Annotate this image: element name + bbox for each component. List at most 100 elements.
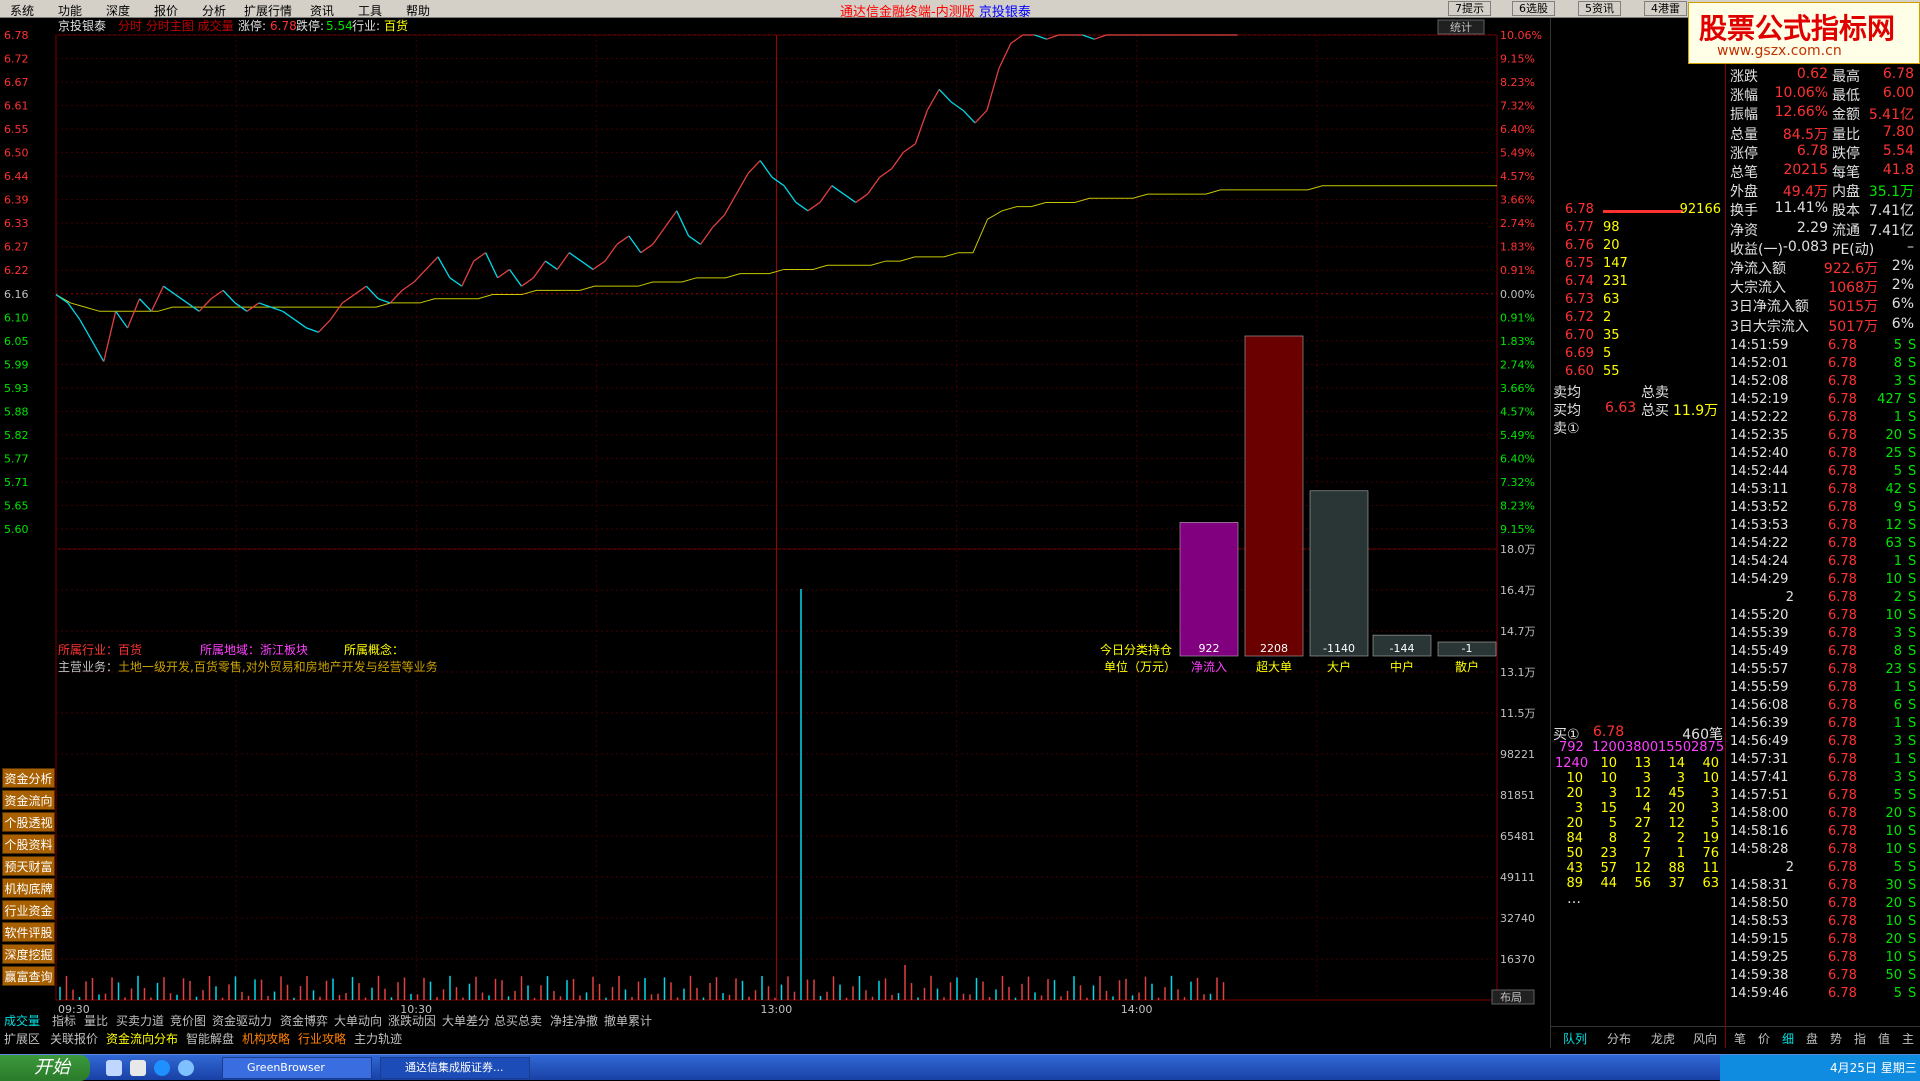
queue-cell: 12 [1634,786,1651,801]
indicator-tab-2[interactable]: 量比 [84,1012,108,1029]
quote-tab-4[interactable]: 势 [1830,1030,1842,1047]
tick-price: 6.78 [1828,428,1857,443]
quote-tab-7[interactable]: 主 [1902,1030,1914,1047]
tick-volume: 1 [1893,554,1902,569]
quote-tab-2[interactable]: 细 [1782,1030,1794,1047]
left-btn-6[interactable]: 行业资金 [2,900,55,920]
indicator-tab-9[interactable]: 大单差分 [442,1012,490,1029]
task-greenbrowser[interactable]: GreenBrowser [222,1057,372,1079]
start-button[interactable]: 开始 [0,1055,90,1081]
ext-tab-0[interactable]: 扩展区 [4,1030,40,1047]
quote-tab-0[interactable]: 笔 [1734,1030,1746,1047]
quote-label: 换手 [1730,203,1758,220]
menu-depth[interactable]: 深度 [106,2,130,19]
quote-tab-1[interactable]: 价 [1758,1030,1770,1047]
menu-news[interactable]: 资讯 [310,2,334,19]
price-segment [747,160,761,174]
indicator-tab-3[interactable]: 买卖力道 [116,1012,164,1029]
menu-analysis[interactable]: 分析 [202,2,226,19]
left-btn-5[interactable]: 机构底牌 [2,878,55,898]
desktop-icon[interactable] [130,1060,146,1076]
ext-tab-2[interactable]: 资金流向分布 [106,1030,178,1047]
indicator-tab-12[interactable]: 撤单累计 [604,1012,652,1029]
ext-tab-3[interactable]: 智能解盘 [186,1030,234,1047]
chart-tags: 分时 分时主图 成交量 [118,18,234,33]
tick-price: 6.78 [1828,554,1857,569]
tick-row: 14:57:51 6.78 5 S [1728,788,1918,807]
btn-news[interactable]: 5资讯 [1578,1,1621,16]
menu-ext-market[interactable]: 扩展行情 [244,2,292,19]
btn-select-stock[interactable]: 6选股 [1512,1,1555,16]
tick-row: 14:55:59 6.78 1 S [1728,680,1918,699]
left-btn-9[interactable]: 赢富查询 [2,966,55,986]
menu-help[interactable]: 帮助 [406,2,430,19]
indicator-tab-10[interactable]: 总买总卖 [494,1012,542,1029]
flow-bar-value: 922 [1199,642,1220,655]
tick-time: 14:52:19 [1730,392,1789,407]
queue-cell: 12 [1634,861,1651,876]
intraday-chart[interactable]: 京投银泰 分时 分时主图 成交量 涨停: 6.78 跌停: 5.54 行业: 百… [0,18,1550,1018]
menu-system[interactable]: 系统 [10,2,34,19]
ie-icon[interactable] [154,1060,170,1076]
indicator-tab-5[interactable]: 资金驱动力 [212,1012,272,1029]
left-btn-8[interactable]: 深度挖掘 [2,944,55,964]
queue-cell: 10 [1702,771,1719,786]
indicator-tab-7[interactable]: 大单动向 [334,1012,382,1029]
tick-price: 6.78 [1828,968,1857,983]
menu-function[interactable]: 功能 [58,2,82,19]
rtab-distribution[interactable]: 分布 [1607,1030,1631,1047]
menu-tools[interactable]: 工具 [358,2,382,19]
indicator-tab-0[interactable]: 成交量 [4,1012,40,1029]
indicator-tab-11[interactable]: 净挂净撤 [550,1012,598,1029]
indicator-tab-1[interactable]: 指标 [52,1012,76,1029]
price-segment [55,294,69,304]
left-btn-4[interactable]: 预天财富 [2,856,55,876]
rtab-queue[interactable]: 队列 [1563,1030,1587,1047]
rtab-dragon[interactable]: 龙虎 [1651,1030,1675,1047]
tick-volume: 42 [1885,482,1902,497]
tick-volume: 9 [1893,500,1902,515]
quote-value2: 6.00 [1882,85,1914,102]
ext-tab-6[interactable]: 主力轨迹 [354,1030,402,1047]
left-btn-1[interactable]: 资金流向 [2,790,55,810]
left-btn-7[interactable]: 软件评股 [2,922,55,942]
tick-side: S [1908,338,1917,353]
system-tray: 4月25日 星期三 22:19:44 [1720,1055,1920,1081]
quote-row: 收益(一) -0.083 PE(动) – [1728,239,1918,258]
quote-row: 外盘 49.4万 内盘 35.1万 [1728,181,1918,200]
menu-quote[interactable]: 报价 [154,2,178,19]
quote-tab-5[interactable]: 指 [1854,1030,1866,1047]
tick-side: S [1908,950,1917,965]
btn-port-mine[interactable]: 4港雷 [1644,1,1687,16]
task-tdx[interactable]: 通达信集成版证券... [380,1057,530,1079]
ext-tab-4[interactable]: 机构攻略 [242,1030,290,1047]
left-btn-2[interactable]: 个股透视 [2,812,55,832]
tick-price: 6.78 [1828,986,1857,1001]
tick-row: 14:56:49 6.78 3 S [1728,734,1918,753]
queue-cell: 84 [1566,831,1583,846]
indicator-tab-8[interactable]: 涨跌动因 [388,1012,436,1029]
indicator-tab-4[interactable]: 竞价图 [170,1012,206,1029]
rtab-wind[interactable]: 风向 [1693,1030,1717,1047]
indicator-tab-6[interactable]: 资金博弈 [280,1012,328,1029]
tick-volume: 3 [1893,626,1902,641]
quote-label2: 最高 [1832,69,1860,85]
quicklaunch-icon[interactable] [106,1060,122,1076]
quote-tab-3[interactable]: 盘 [1806,1030,1818,1047]
left-btn-0[interactable]: 资金分析 [2,768,55,788]
tick-price: 6.78 [1828,914,1857,929]
btn-tips[interactable]: 7提示 [1448,1,1491,16]
left-btn-3[interactable]: 个股资料 [2,834,55,854]
price-segment [855,193,868,203]
browser-icon[interactable] [178,1060,194,1076]
tick-price: 6.78 [1828,590,1857,605]
tick-price: 6.78 [1828,410,1857,425]
price-tick: 6.05 [4,335,29,348]
tick-side: S [1908,554,1917,569]
ext-tab-1[interactable]: 关联报价 [50,1030,98,1047]
quote-tab-6[interactable]: 值 [1878,1030,1890,1047]
task-greenbrowser-label: GreenBrowser [247,1061,325,1074]
ext-tab-5[interactable]: 行业攻略 [298,1030,346,1047]
ob-volume-bar [1603,210,1683,213]
quote-value: 84.5万 [1782,126,1828,143]
